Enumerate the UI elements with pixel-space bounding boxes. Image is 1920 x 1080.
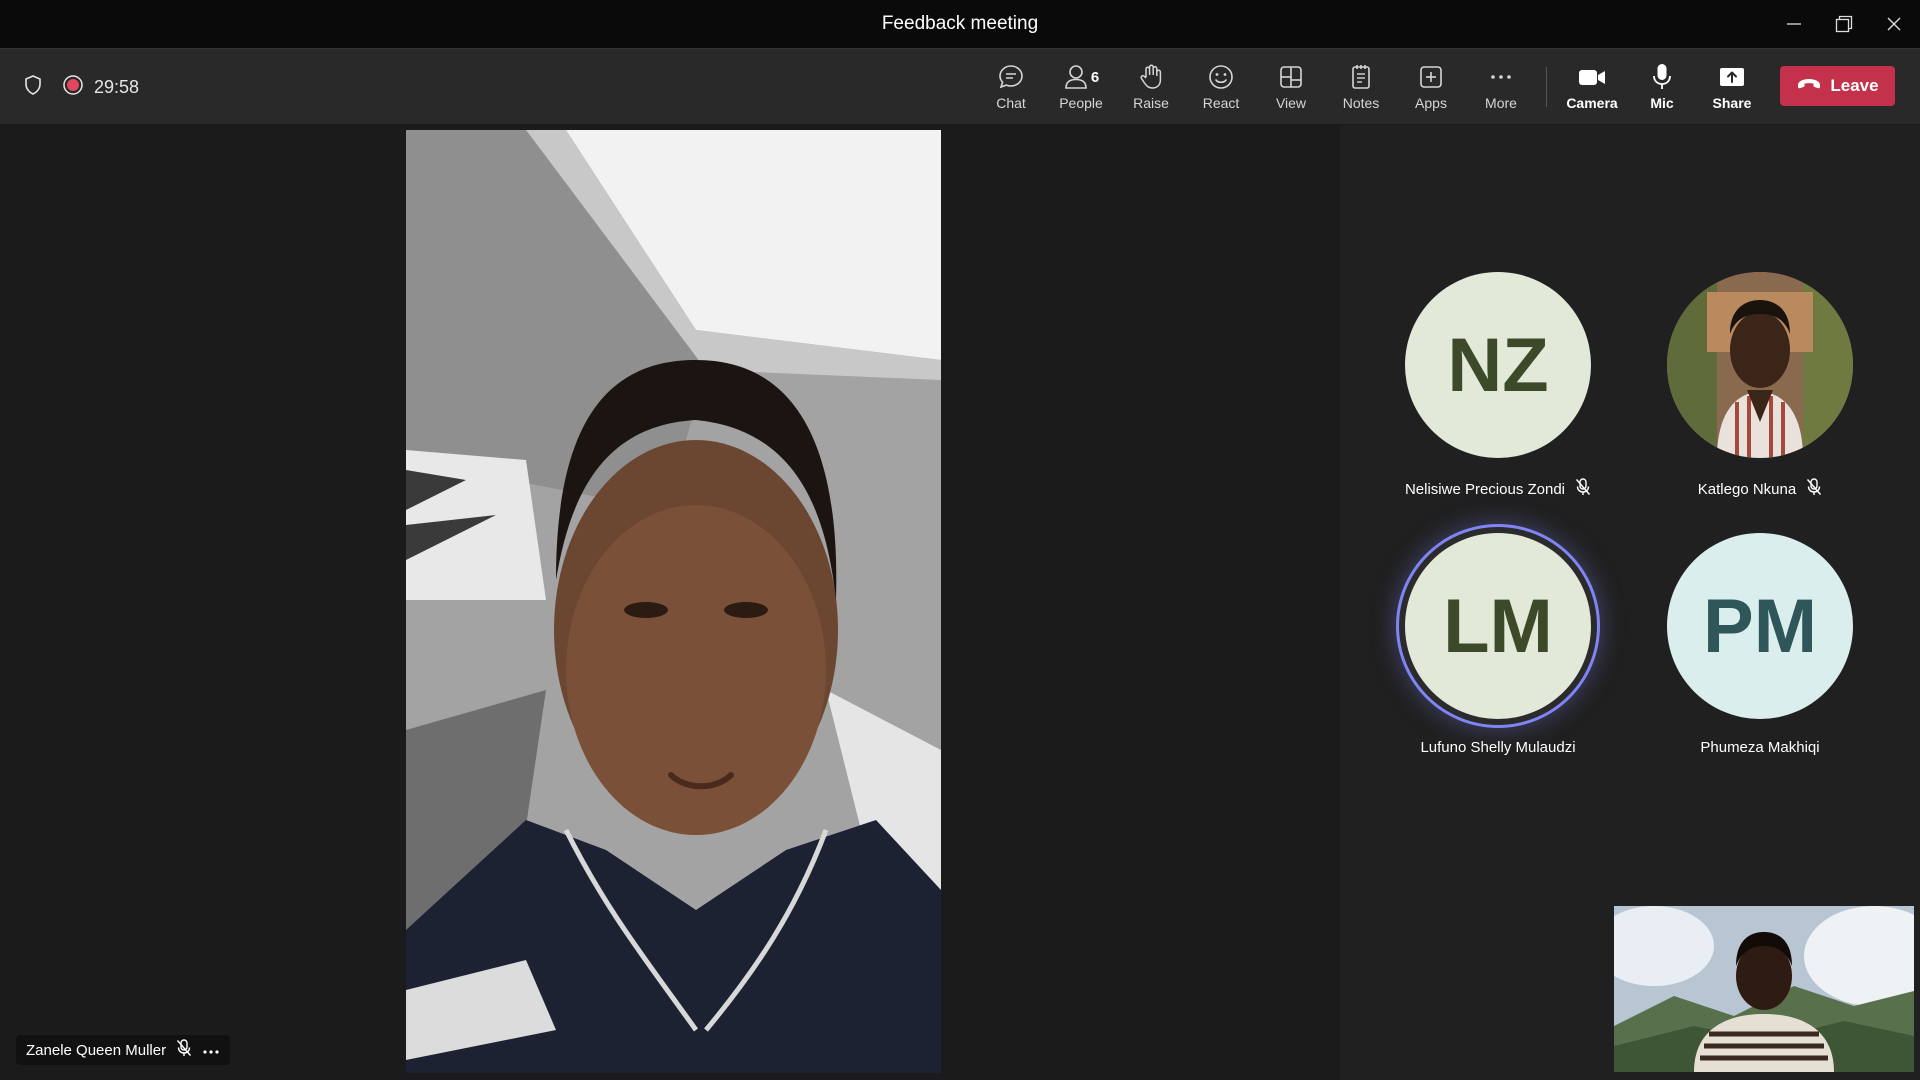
meeting-title: Feedback meeting xyxy=(881,13,1039,34)
layout-grid-icon xyxy=(1278,61,1304,93)
react-button[interactable]: React xyxy=(1187,61,1255,119)
more-label: More xyxy=(1485,95,1517,111)
more-dots-icon xyxy=(1487,61,1515,93)
video-frame-image xyxy=(406,130,941,1073)
participant-photo-image xyxy=(1667,272,1853,458)
participant-tile[interactable]: Katlego Nkuna xyxy=(1640,272,1880,500)
shield-icon[interactable] xyxy=(22,74,44,101)
raise-label: Raise xyxy=(1133,95,1169,111)
hang-up-icon xyxy=(1796,76,1822,97)
mic-label: Mic xyxy=(1650,95,1674,111)
chat-label: Chat xyxy=(996,95,1026,111)
meeting-status: 29:58 xyxy=(22,49,139,125)
close-window-button[interactable] xyxy=(1872,8,1916,40)
people-count: 6 xyxy=(1090,68,1100,86)
notes-button[interactable]: Notes xyxy=(1327,61,1395,119)
avatar: PM xyxy=(1667,533,1853,719)
share-label: Share xyxy=(1712,95,1752,111)
participant-name: Nelisiwe Precious Zondi xyxy=(1404,480,1566,498)
more-button[interactable]: More xyxy=(1467,61,1535,119)
camera-button[interactable]: Camera xyxy=(1558,61,1626,119)
view-button[interactable]: View xyxy=(1257,61,1325,119)
avatar: LM xyxy=(1405,533,1591,719)
avatar-photo xyxy=(1667,272,1853,458)
participant-tile[interactable]: PM Phumeza Makhiqi xyxy=(1640,533,1880,756)
toolbar-divider xyxy=(1546,67,1547,107)
participant-name-row: Phumeza Makhiqi xyxy=(1640,739,1880,756)
participant-options-icon[interactable] xyxy=(202,1042,220,1059)
mic-off-icon xyxy=(176,1039,192,1061)
share-button[interactable]: Share xyxy=(1698,61,1766,119)
minimize-button[interactable] xyxy=(1772,8,1816,40)
camera-icon xyxy=(1577,61,1607,93)
participant-name: Katlego Nkuna xyxy=(1697,480,1797,498)
participant-name: Phumeza Makhiqi xyxy=(1700,739,1820,756)
meeting-timer: 29:58 xyxy=(94,76,140,97)
notes-label: Notes xyxy=(1342,95,1380,111)
camera-label: Camera xyxy=(1566,95,1618,111)
title-bar: Feedback meeting xyxy=(0,0,1920,48)
participant-tile[interactable]: NZ Nelisiwe Precious Zondi xyxy=(1378,272,1618,500)
mic-off-icon xyxy=(1806,478,1822,500)
apps-button[interactable]: Apps xyxy=(1397,61,1465,119)
participant-name-row: Nelisiwe Precious Zondi xyxy=(1378,478,1618,500)
self-view-image xyxy=(1614,906,1914,1072)
mic-button[interactable]: Mic xyxy=(1628,61,1696,119)
react-label: React xyxy=(1202,95,1240,111)
people-icon xyxy=(1065,65,1087,89)
notes-icon xyxy=(1349,61,1373,93)
microphone-icon xyxy=(1650,61,1674,93)
self-view-video[interactable] xyxy=(1614,906,1914,1072)
chat-icon xyxy=(997,61,1025,93)
leave-label: Leave xyxy=(1830,76,1879,95)
restore-button[interactable] xyxy=(1822,8,1866,40)
chat-button[interactable]: Chat xyxy=(977,61,1045,119)
raise-hand-button[interactable]: Raise xyxy=(1117,61,1185,119)
add-app-icon xyxy=(1418,61,1444,93)
participant-tile-speaking[interactable]: LM Lufuno Shelly Mulaudzi xyxy=(1378,533,1618,756)
apps-label: Apps xyxy=(1415,95,1447,111)
hand-icon xyxy=(1138,61,1164,93)
view-label: View xyxy=(1275,95,1307,111)
recording-icon xyxy=(62,74,84,101)
main-video-feed[interactable] xyxy=(406,130,941,1073)
people-button[interactable]: 6 People xyxy=(1047,61,1115,119)
share-screen-icon xyxy=(1717,61,1747,93)
participant-name-row: Katlego Nkuna xyxy=(1640,478,1880,500)
meeting-toolbar: 29:58 Chat 6 People Raise React View Not… xyxy=(0,48,1920,124)
leave-button[interactable]: Leave xyxy=(1780,66,1895,106)
mic-off-icon xyxy=(1575,478,1591,500)
smiley-icon xyxy=(1207,61,1235,93)
participant-name-row: Lufuno Shelly Mulaudzi xyxy=(1378,739,1618,756)
avatar: NZ xyxy=(1405,272,1591,458)
people-icon-wrap: 6 xyxy=(1063,61,1099,93)
people-label: People xyxy=(1059,95,1103,111)
main-participant-name: Zanele Queen Muller xyxy=(26,1041,167,1059)
main-participant-name-tag: Zanele Queen Muller xyxy=(16,1035,231,1065)
participant-name: Lufuno Shelly Mulaudzi xyxy=(1420,739,1576,756)
